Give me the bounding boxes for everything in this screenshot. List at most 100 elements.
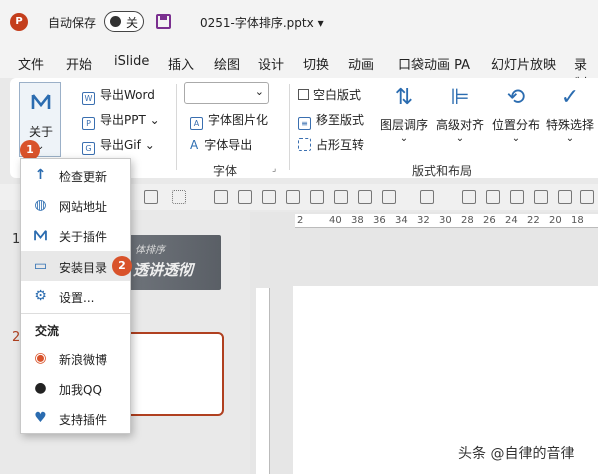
align-center-icon[interactable] [310, 190, 324, 204]
slide-thumbnail-1[interactable]: 体排序 透讲透彻 [125, 235, 221, 290]
blank-layout-label: 空白版式 [313, 88, 362, 102]
align-bottom-icon[interactable] [262, 190, 276, 204]
chevron-down-icon: ⌄ [565, 133, 575, 144]
export-word-button[interactable]: W 导出Word [82, 86, 155, 105]
tab-draw[interactable]: 绘图 [214, 54, 240, 73]
blank-layout-button[interactable]: 空白版式 [298, 86, 361, 103]
arrow-up-icon: ↑ [34, 167, 47, 183]
ungroup-icon[interactable] [486, 190, 500, 204]
toolbar-tool-icon[interactable] [144, 190, 158, 204]
menu-item-check-update[interactable]: ↑ 检查更新 [21, 160, 130, 190]
align-top-icon[interactable] [214, 190, 228, 204]
bring-forward-icon[interactable] [510, 190, 524, 204]
font-export-label: 字体导出 [204, 138, 253, 152]
advanced-align-button[interactable]: ⊫ 高级对齐 ⌄ [432, 84, 488, 144]
tab-home[interactable]: 开始 [66, 54, 92, 73]
tab-file[interactable]: 文件 [18, 54, 44, 73]
feature-select-button[interactable]: ✓ 特殊选择 ⌄ [542, 84, 598, 144]
slide-thumbnail-2[interactable] [120, 332, 224, 416]
tab-design[interactable]: 设计 [258, 54, 284, 73]
menu-item-website[interactable]: ◍ 网站地址 [21, 190, 130, 220]
tab-insert[interactable]: 插入 [168, 54, 194, 73]
title-bar: P 自动保存 关 0251-字体排序.pptx ▾ [0, 0, 598, 44]
font-export-icon: A [190, 138, 199, 152]
font-export-button[interactable]: A 字体导出 [190, 136, 252, 153]
placeholder-icon [298, 138, 311, 151]
tab-transitions[interactable]: 切换 [303, 54, 329, 73]
vertical-ruler [256, 288, 270, 474]
qq-icon: ● [34, 380, 47, 396]
ruler-tick: 40 [329, 215, 342, 226]
ruler-tick: 36 [373, 215, 386, 226]
align-left-icon[interactable] [286, 190, 300, 204]
save-icon[interactable] [156, 14, 171, 29]
move-to-layout-button[interactable]: ≡ 移至版式 [298, 111, 364, 130]
export-gif-label: 导出Gif [100, 138, 141, 152]
chevron-down-icon: ▾ [317, 16, 324, 30]
ruler-tick: 22 [527, 215, 540, 226]
send-backward-icon[interactable] [534, 190, 548, 204]
tab-slideshow[interactable]: 幻灯片放映 [491, 54, 556, 73]
horizontal-ruler: 2 40 38 36 34 32 30 28 26 24 22 20 18 [295, 214, 598, 228]
layout-icon: ≡ [298, 117, 311, 130]
autosave-label: 自动保存 [48, 16, 97, 30]
menu-item-label: 新浪微博 [59, 353, 108, 367]
send-back-icon[interactable] [580, 190, 594, 204]
document-title[interactable]: 0251-字体排序.pptx ▾ [200, 14, 324, 31]
position-distribute-button[interactable]: ⟲ 位置分布 ⌄ [488, 84, 544, 144]
menu-item-weibo[interactable]: ◉ 新浪微博 [21, 343, 130, 373]
autosave-toggle[interactable]: 关 [104, 11, 144, 32]
document-title-text: 0251-字体排序.pptx [200, 16, 314, 30]
gear-icon: ⚙ [34, 288, 47, 304]
watermark-text: 头条 @自律的音律 [458, 446, 575, 462]
ruler-tick: 30 [439, 215, 452, 226]
menu-item-about-plugin[interactable]: 关于插件 [21, 220, 130, 250]
distribute-icon: ⟲ [506, 85, 526, 110]
about-dropdown-menu: ↑ 检查更新 ◍ 网站地址 关于插件 ▭ 安装目录 ⚙ 设置... 交流 ◉ 新… [20, 158, 131, 434]
ruler-tick: 38 [351, 215, 364, 226]
ruler-tick: 2 [297, 215, 304, 226]
export-gif-button[interactable]: G 导出Gif ⌄ [82, 136, 155, 155]
chevron-down-icon: ⌄ [511, 133, 521, 144]
ruler-tick: 28 [461, 215, 474, 226]
powerpoint-logo-icon: P [10, 13, 28, 31]
step-badge-1: 1 [20, 140, 40, 160]
about-label: 关于 [28, 125, 53, 139]
distribute-icon[interactable] [420, 190, 434, 204]
menu-item-label: 支持插件 [59, 413, 108, 427]
chevron-down-icon: ⌄ [399, 133, 409, 144]
font-image-icon: A [190, 117, 203, 130]
distribute-vertical-icon[interactable] [382, 190, 396, 204]
chevron-down-icon: ⌄ [149, 113, 160, 127]
placeholder-swap-button[interactable]: 占形互转 [298, 136, 364, 153]
export-ppt-button[interactable]: P 导出PPT ⌄ [82, 111, 160, 130]
ppt-icon: P [82, 117, 95, 130]
ruler-tick: 34 [395, 215, 408, 226]
layer-order-icon: ⇅ [394, 85, 414, 110]
chevron-down-icon: ⌄ [254, 85, 264, 98]
align-right-icon[interactable] [334, 190, 348, 204]
toolbar-tool-icon[interactable] [172, 190, 186, 204]
folder-icon: ▭ [33, 258, 48, 274]
distribute-horizontal-icon[interactable] [358, 190, 372, 204]
font-image-label: 字体图片化 [208, 113, 269, 127]
group-label-layout: 版式和布局 [412, 164, 473, 178]
layer-order-label: 图层调序 [379, 118, 428, 132]
layer-order-button[interactable]: ⇅ 图层调序 ⌄ [376, 84, 432, 144]
tab-islide[interactable]: iSlide [114, 54, 149, 69]
menu-item-settings[interactable]: ⚙ 设置... [21, 281, 130, 311]
toggle-knob [110, 16, 121, 27]
dialog-launcher-icon[interactable]: ⌟ [272, 164, 276, 174]
group-icon[interactable] [462, 190, 476, 204]
menu-item-qq[interactable]: ● 加我QQ [21, 373, 130, 403]
tab-pocket-animation[interactable]: 口袋动画 PA [398, 54, 470, 73]
font-combo[interactable]: ⌄ [184, 82, 269, 104]
tab-animations[interactable]: 动画 [348, 54, 374, 73]
weibo-icon: ◉ [34, 350, 47, 366]
font-image-button[interactable]: A 字体图片化 [190, 111, 268, 130]
menu-item-support[interactable]: ♥ 支持插件 [21, 403, 130, 433]
align-middle-icon[interactable] [238, 190, 252, 204]
chevron-down-icon: ⌄ [144, 138, 155, 152]
slide-title-text: 体排序 [135, 245, 165, 256]
bring-front-icon[interactable] [558, 190, 572, 204]
